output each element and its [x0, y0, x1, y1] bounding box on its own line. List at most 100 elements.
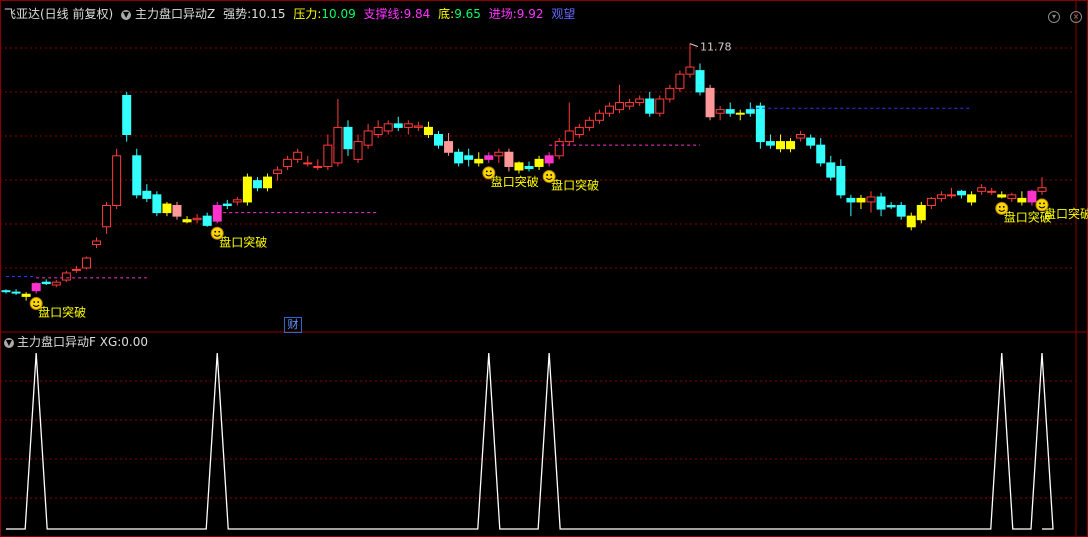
candle [846, 197, 856, 203]
candle [333, 126, 343, 164]
candle [343, 126, 353, 150]
candle [876, 196, 886, 210]
candle [323, 144, 333, 167]
signal-label: 盘口突破 [38, 305, 86, 320]
candle [816, 144, 826, 164]
candle [635, 98, 645, 104]
support-label: 支撑线: [363, 7, 404, 21]
candle [745, 109, 755, 114]
smiley-eye [546, 174, 549, 176]
smiley-eye [33, 301, 36, 303]
candle [313, 165, 323, 168]
smiley-eye [1043, 202, 1045, 205]
candle [765, 141, 775, 146]
candle [564, 130, 574, 143]
candle [1007, 194, 1017, 199]
entry-label: 进场: [488, 7, 517, 21]
candle [1037, 187, 1047, 192]
peak-pointer [689, 43, 699, 48]
candle [444, 141, 454, 153]
candle [705, 87, 715, 118]
candle [252, 180, 262, 189]
collapse-sub-icon[interactable]: ▼ [4, 337, 14, 348]
candle [423, 126, 433, 136]
candle [715, 109, 725, 114]
candle [81, 257, 91, 269]
candle [393, 123, 403, 128]
signal-label: 盘口突破 [219, 234, 267, 249]
candle [383, 123, 393, 132]
candle [242, 176, 252, 203]
candle [554, 141, 564, 157]
candle [202, 215, 212, 226]
signal-label: 盘口突破 [551, 177, 599, 192]
xg-label: XG: [99, 335, 122, 349]
xg-line [6, 352, 1054, 530]
candle [544, 155, 554, 164]
candle [604, 105, 614, 114]
candle [21, 293, 31, 297]
candle [936, 194, 946, 199]
candle [474, 158, 484, 164]
chart-frame [0, 0, 1088, 537]
candle [967, 194, 977, 203]
collapse-icon[interactable]: ▼ [121, 9, 132, 20]
candle [303, 162, 313, 165]
candle [926, 197, 936, 206]
smiley-eye [37, 301, 40, 303]
candle [464, 155, 474, 160]
smiley-eye [489, 170, 492, 173]
peak-label: 11.78 [700, 41, 732, 54]
candle [856, 197, 866, 203]
candle [655, 98, 665, 114]
smiley-eye [218, 230, 221, 233]
candle [906, 215, 916, 228]
candle [997, 194, 1007, 198]
candle [112, 155, 122, 207]
status-text: 观望 [551, 7, 576, 21]
candle [796, 134, 806, 139]
candle [172, 205, 182, 217]
candle [584, 119, 594, 128]
candle [102, 205, 112, 228]
candle [413, 125, 423, 128]
candle [152, 194, 162, 214]
candle [1027, 190, 1037, 203]
candle [1, 290, 11, 293]
candle [786, 141, 796, 150]
candle [11, 291, 21, 294]
signal-label: 盘口突破 [1044, 206, 1088, 221]
candle [273, 169, 283, 175]
cai-badge[interactable]: 财 [284, 317, 302, 333]
candle [162, 203, 172, 214]
indicator-name: 主力盘口异动Z [135, 7, 216, 21]
candle [806, 137, 816, 146]
candle [353, 141, 363, 160]
candle [403, 123, 413, 128]
candle [896, 205, 906, 217]
candle [363, 130, 373, 146]
sub-indicator-name: 主力盘口异动F [17, 335, 96, 349]
pressure-value: 10.09 [321, 7, 356, 21]
candle [594, 112, 604, 121]
candle [61, 272, 71, 281]
candle [625, 102, 635, 107]
candle [142, 190, 152, 199]
candle [122, 94, 132, 135]
bottom-label: 底: [438, 7, 455, 21]
smiley-eye [1039, 202, 1041, 205]
candle [51, 281, 61, 286]
candle [41, 281, 51, 285]
support-value: 9.84 [403, 7, 431, 21]
entry-value: 9.92 [516, 7, 544, 21]
candle [735, 112, 745, 115]
sub-header: ▼ 主力盘口异动F XG:0.00 [4, 335, 148, 349]
candle [675, 73, 685, 89]
close-icon[interactable]: × [1070, 11, 1082, 23]
candle [132, 155, 142, 196]
candle [434, 134, 444, 146]
candle [695, 70, 705, 93]
settings-icon[interactable]: ▾ [1048, 11, 1060, 23]
candle [685, 66, 695, 75]
candle [514, 162, 524, 171]
